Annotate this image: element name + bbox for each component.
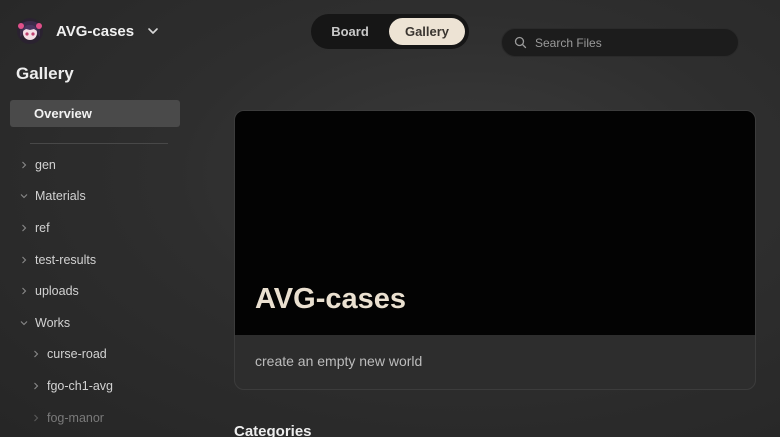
chevron-right-icon	[31, 381, 41, 391]
chevron-down-icon	[19, 191, 29, 201]
chevron-right-icon	[19, 286, 29, 296]
hero-card[interactable]: AVG-cases create an empty new world	[234, 110, 756, 390]
tree-item-label: gen	[35, 157, 56, 172]
chevron-right-icon	[19, 160, 29, 170]
tree-item-gen[interactable]: gen	[0, 149, 200, 181]
tree-item-ref[interactable]: ref	[0, 212, 200, 244]
tree-item-label: Materials	[35, 189, 86, 204]
chevron-right-icon	[31, 413, 41, 423]
chevron-right-icon	[19, 255, 29, 265]
tree-item-label: fog-manor	[47, 410, 104, 425]
categories-heading: Categories	[234, 423, 312, 437]
tree-item-test-results[interactable]: test-results	[0, 244, 200, 276]
tree-item-materials[interactable]: Materials	[0, 181, 200, 213]
tree-item-uploads[interactable]: uploads	[0, 275, 200, 307]
search-box[interactable]	[501, 28, 739, 57]
hero-title: AVG-cases	[255, 283, 406, 315]
folder-tree: gen Materials ref test-results uploads W…	[0, 149, 200, 433]
chevron-right-icon	[31, 349, 41, 359]
workspace-switcher[interactable]: AVG-cases	[16, 17, 160, 45]
view-switch: Board Gallery	[311, 14, 469, 49]
chevron-right-icon	[19, 223, 29, 233]
gallery-tab[interactable]: Gallery	[389, 18, 465, 45]
chevron-down-icon	[19, 318, 29, 328]
tree-item-label: uploads	[35, 284, 79, 299]
search-icon	[514, 36, 527, 49]
sidebar-item-overview[interactable]: Overview	[10, 100, 180, 127]
board-tab[interactable]: Board	[315, 18, 385, 45]
tree-item-works[interactable]: Works	[0, 307, 200, 339]
tree-item-label: ref	[35, 220, 50, 235]
sidebar-divider	[30, 143, 168, 144]
tree-item-label: fgo-ch1-avg	[47, 378, 114, 393]
search-input[interactable]	[535, 35, 725, 50]
tree-item-curse-road[interactable]: curse-road	[0, 339, 200, 371]
tree-item-label: curse-road	[47, 347, 107, 362]
tree-item-label: Works	[35, 315, 71, 330]
sidebar-title: Gallery	[16, 64, 74, 83]
hero-description: create an empty new world	[255, 353, 423, 369]
anime-avatar-icon	[16, 17, 44, 45]
workspace-name: AVG-cases	[56, 22, 135, 40]
tree-item-label: test-results	[35, 252, 97, 267]
tree-item-fog-manor[interactable]: fog-manor	[0, 402, 200, 434]
chevron-down-icon[interactable]	[146, 24, 160, 38]
tree-item-fgo-ch1-avg[interactable]: fgo-ch1-avg	[0, 370, 200, 402]
